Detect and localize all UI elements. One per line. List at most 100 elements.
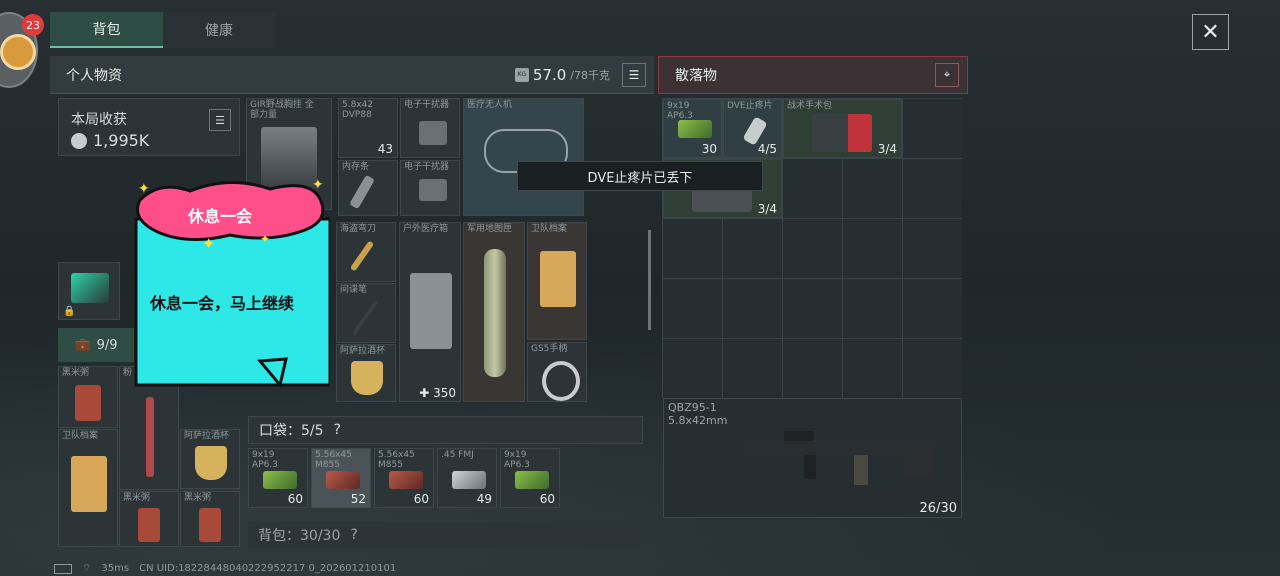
pocket-item[interactable]: 9x19 AP6.3 60 xyxy=(248,448,308,508)
jammer-icon xyxy=(419,121,447,145)
personal-title: 个人物资 xyxy=(66,67,122,84)
svg-text:✦: ✦ xyxy=(202,234,215,253)
ammo-box-icon xyxy=(515,471,549,489)
spy-pen-slot[interactable]: 间谍笔 xyxy=(336,283,396,343)
secure-item[interactable]: 黑米粥 xyxy=(119,491,179,547)
spy-pen-label: 间谍笔 xyxy=(340,285,368,295)
medkit-slot[interactable]: 户外医疗箱 ✚ 350 xyxy=(399,222,461,402)
surgical-kit-icon xyxy=(812,114,872,152)
secure-bag-header[interactable]: 💼 9/9 xyxy=(58,328,134,362)
ammo-slot-dvp88[interactable]: 5.8x42 DVP88 43 xyxy=(338,98,398,158)
earnings-label: 本局收获 xyxy=(71,112,127,128)
item-count: 60 xyxy=(539,492,555,506)
ram-slot[interactable]: 内存条 xyxy=(338,160,398,216)
ping-value: 35ms xyxy=(101,563,130,574)
pocket-item[interactable]: .45 FMJ 49 xyxy=(437,448,497,508)
knife-slot[interactable]: 海盗弯刀 xyxy=(336,222,396,282)
item-count: 60 xyxy=(287,492,303,506)
tab-health[interactable]: 健康 xyxy=(163,12,275,48)
item-label: 9x19 AP6.3 xyxy=(504,450,530,470)
document-icon xyxy=(71,456,107,512)
list-icon: ☰ xyxy=(215,113,225,127)
item-label: 黑米粥 xyxy=(123,493,151,503)
drone-slot[interactable]: 医疗无人机 xyxy=(463,98,584,216)
close-button[interactable]: ✕ xyxy=(1192,14,1229,50)
medkit-icon xyxy=(410,273,452,349)
jammer-slot-1[interactable]: 电子干扰器 xyxy=(400,98,460,158)
secure-item[interactable]: 阿萨拉酒杯 xyxy=(180,429,240,489)
item-label: 9x19 AP6.3 xyxy=(252,450,278,470)
item-count: 60 xyxy=(413,492,429,506)
location-button[interactable]: ⌖ xyxy=(935,63,959,87)
porridge-icon xyxy=(138,508,160,542)
item-label: 5.56x45 M855 xyxy=(315,450,352,470)
ammo-label: 5.8x42 DVP88 xyxy=(342,100,374,120)
item-label: .45 FMJ xyxy=(441,450,474,460)
loot-title: 散落物 xyxy=(675,68,717,84)
pocket-help-button[interactable]: ? xyxy=(334,422,341,438)
briefcase-icon: 💼 xyxy=(74,337,91,353)
battery-icon xyxy=(54,563,72,574)
cup-label: 阿萨拉酒杯 xyxy=(340,346,386,356)
loot-item[interactable]: DVE止疼片 4/5 xyxy=(723,99,782,158)
item-label: 卫队档案 xyxy=(62,431,99,441)
secure-item[interactable]: 黑米粥 xyxy=(58,366,118,428)
tool-icon xyxy=(146,397,154,477)
list-menu-button[interactable]: ☰ xyxy=(622,62,646,87)
pocket-item[interactable]: 5.56x45 M855 60 xyxy=(374,448,434,508)
earnings-detail-button[interactable]: ☰ xyxy=(209,109,231,131)
item-count: 3/4 xyxy=(877,142,897,156)
weapon-ammo: 26/30 xyxy=(919,501,957,516)
weapon-name: QBZ95-1 xyxy=(668,401,717,414)
map-tube-label: 军用地图匣 xyxy=(467,224,513,234)
pocket-item[interactable]: 9x19 AP6.3 60 xyxy=(500,448,560,508)
ram-icon xyxy=(349,174,375,210)
inventory-scrollbar[interactable] xyxy=(648,230,651,330)
knife-label: 海盗弯刀 xyxy=(340,224,377,234)
cup-slot[interactable]: 阿萨拉酒杯 xyxy=(336,344,396,402)
item-count: 4/5 xyxy=(757,142,777,156)
guard-file-slot[interactable]: 卫队档案 xyxy=(527,222,587,340)
earnings-value: 1,995K xyxy=(93,131,150,150)
gs5-headset-slot[interactable]: GS5手柄 xyxy=(527,342,587,402)
map-tube-icon xyxy=(484,249,506,377)
location-pin-icon: ⌖ xyxy=(943,68,951,81)
item-label: 9x19 AP6.3 xyxy=(667,101,693,121)
ammo-count: 43 xyxy=(377,142,393,156)
jammer-slot-2[interactable]: 电子干扰器 xyxy=(400,160,460,216)
pocket-header: 口袋：5/5 ? xyxy=(248,416,643,444)
secure-item[interactable]: 黑米粥 xyxy=(180,491,240,547)
item-count: 3/4 xyxy=(757,202,777,216)
notification-badge: 23 xyxy=(22,14,44,36)
secure-item[interactable]: 卫队档案 xyxy=(58,429,118,547)
jammer-icon xyxy=(419,179,447,201)
tab-backpack[interactable]: 背包 xyxy=(50,12,163,48)
pocket-label: 口袋：5/5 xyxy=(259,423,324,439)
list-icon: ☰ xyxy=(628,67,640,82)
medkit-label: 户外医疗箱 xyxy=(403,224,449,234)
rifle-icon xyxy=(744,431,934,485)
item-count: 30 xyxy=(701,142,717,156)
medkit-count: ✚ 350 xyxy=(419,386,456,400)
document-icon xyxy=(540,251,576,307)
weight-icon: KG xyxy=(514,67,529,82)
backpack-label: 背包：30/30 xyxy=(258,528,341,544)
ammo-box-icon xyxy=(263,471,297,489)
loot-weapon-slot[interactable]: QBZ95-1 5.8x42mm 26/30 xyxy=(663,398,962,518)
item-label: 黑米粥 xyxy=(62,368,90,378)
jammer-label: 电子干扰器 xyxy=(404,162,450,172)
map-tube-slot[interactable]: 军用地图匣 xyxy=(463,222,525,402)
item-label: 战术手术包 xyxy=(787,101,833,111)
backpack-help-button[interactable]: ? xyxy=(350,527,357,543)
pocket-item[interactable]: 5.56x45 M855 52 xyxy=(311,448,371,508)
equipment-slot[interactable]: 🔒 xyxy=(58,262,120,320)
guard-file-label: 卫队档案 xyxy=(531,224,568,234)
avatar-emblem-icon xyxy=(0,34,36,70)
equipment-icon xyxy=(71,273,109,303)
porridge-icon xyxy=(75,385,101,421)
loot-item[interactable]: 战术手术包 3/4 xyxy=(783,99,902,158)
svg-text:✦: ✦ xyxy=(138,181,150,197)
loot-item[interactable]: 9x19 AP6.3 30 xyxy=(663,99,722,158)
weight-value: 57.0 xyxy=(532,65,567,84)
weapon-caliber: 5.8x42mm xyxy=(668,414,728,427)
